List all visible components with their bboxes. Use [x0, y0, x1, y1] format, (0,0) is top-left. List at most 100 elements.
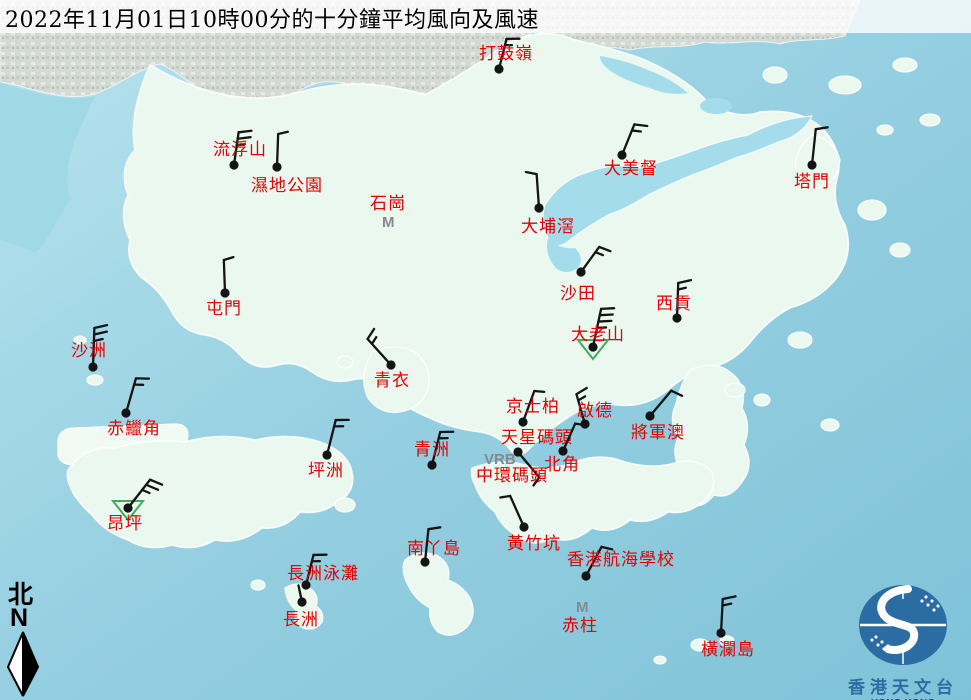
station-label[interactable]: 昂坪 [107, 514, 143, 534]
north-compass: 北 N [4, 582, 44, 700]
station-lamma-island[interactable]: 南丫島 [407, 527, 461, 566]
station-tsing-yi[interactable]: 青衣 [368, 329, 410, 391]
station-label[interactable]: 坪洲 [308, 461, 344, 481]
wind-barb-staff [812, 129, 816, 165]
stations-layer: 打鼓嶺流浮山濕地公園M石崗大美督塔門大埔滘沙田西貢屯門沙洲大老山青衣赤鱲角京士柏… [0, 0, 971, 700]
station-label[interactable]: 橫瀾島 [701, 640, 755, 660]
title-bar: 2022年11月01日10時00分的十分鐘平均風向及風速 [0, 0, 971, 33]
station-label[interactable]: 沙洲 [71, 341, 107, 361]
station-dot [386, 360, 395, 369]
wind-barb-feather [238, 137, 251, 139]
station-label[interactable]: 青洲 [414, 440, 450, 460]
station-kings-park[interactable]: 京士柏 [506, 391, 560, 427]
station-kai-tak[interactable]: 啟德 [576, 388, 613, 429]
station-stanley[interactable]: M赤柱 [562, 599, 598, 636]
wind-barb-feather [671, 391, 682, 396]
station-label[interactable]: 屯門 [206, 299, 242, 319]
wind-barb-feather [634, 124, 647, 126]
station-tai-mei-tuk[interactable]: 大美督 [604, 124, 658, 179]
wind-barb-feather [595, 252, 602, 255]
station-label[interactable]: 青衣 [374, 371, 410, 391]
wind-barb-feather [526, 172, 537, 174]
map-title: 2022年11月01日10時00分的十分鐘平均風向及風速 [5, 2, 539, 34]
station-label[interactable]: 黃竹坑 [507, 534, 561, 554]
station-tap-mun[interactable]: 塔門 [794, 127, 830, 192]
station-tseung-kwan-o[interactable]: 將軍澳 [631, 391, 685, 443]
wind-barb-staff [537, 174, 539, 208]
station-peng-chau[interactable]: 坪洲 [308, 420, 349, 481]
station-sha-tin[interactable]: 沙田 [560, 247, 610, 304]
station-dot [220, 288, 229, 297]
station-hk-sea-school[interactable]: 香港航海學校 [567, 547, 675, 581]
station-label[interactable]: 塔門 [794, 172, 830, 192]
station-green-island[interactable]: 青洲 [414, 432, 453, 470]
station-label[interactable]: 長洲 [283, 610, 319, 630]
station-dot [297, 597, 306, 606]
station-dot [272, 162, 281, 171]
compass-north-en: N [10, 607, 44, 630]
station-label[interactable]: 打鼓嶺 [479, 44, 533, 64]
station-label[interactable]: 香港航海學校 [567, 550, 675, 570]
station-dot [807, 160, 816, 169]
wind-barb-feather [372, 337, 376, 344]
wind-barb-feather [368, 329, 375, 339]
wind-barb-feather [150, 480, 162, 485]
station-ngong-ping[interactable]: 昂坪 [107, 480, 162, 534]
station-dot [88, 362, 97, 371]
hko-logo-icon [838, 583, 968, 667]
station-cheung-chau[interactable]: 長洲 [283, 585, 319, 630]
station-tates-cairn[interactable]: 大老山 [571, 308, 625, 359]
station-dot [427, 460, 436, 469]
station-label[interactable]: 流浮山 [213, 140, 267, 160]
wind-barb-staff [277, 134, 278, 167]
station-waglan-island[interactable]: 橫瀾島 [701, 596, 755, 660]
wind-barb-feather [816, 127, 828, 129]
wind-barb-feather [576, 388, 586, 394]
station-shek-kong[interactable]: M石崗 [370, 194, 406, 231]
wind-barb-feather [94, 332, 107, 335]
station-label[interactable]: 赤鱲角 [107, 419, 161, 439]
wind-barb-staff [581, 247, 599, 272]
station-marker-m: M [576, 599, 589, 616]
station-dot [518, 417, 527, 426]
station-dot [123, 503, 132, 512]
station-label[interactable]: 大美督 [604, 159, 658, 179]
station-label[interactable]: 中環碼頭 [476, 466, 548, 486]
station-label[interactable]: 北角 [544, 455, 580, 475]
station-dot [229, 160, 238, 169]
station-sha-chau[interactable]: 沙洲 [71, 325, 107, 372]
station-label[interactable]: 石崗 [370, 194, 406, 214]
station-label[interactable]: 濕地公園 [251, 176, 323, 196]
wind-barb-feather [600, 315, 613, 316]
wind-barb-staff [224, 260, 225, 293]
station-chek-lap-kok[interactable]: 赤鱲角 [107, 378, 161, 439]
wind-barb-feather [278, 132, 288, 134]
station-label[interactable]: 大老山 [571, 325, 625, 345]
station-tai-po-kau[interactable]: 大埔滘 [521, 172, 575, 237]
station-label[interactable]: 天星碼頭 [501, 428, 573, 448]
wind-barb-feather [239, 131, 252, 133]
station-label[interactable]: 南丫島 [407, 539, 461, 559]
station-label[interactable]: 大埔滘 [521, 217, 575, 237]
station-cheung-chau-beach[interactable]: 長洲泳灘 [287, 555, 359, 590]
wind-barb-feather [142, 490, 149, 493]
hko-name-zh: 香港天文台 [838, 673, 968, 698]
station-lau-fau-shan[interactable]: 流浮山 [213, 131, 267, 170]
station-label[interactable]: 西貢 [656, 294, 692, 314]
station-dot [672, 313, 681, 322]
wind-barb-feather [146, 485, 158, 490]
station-dot [576, 267, 585, 276]
station-tuen-mun[interactable]: 屯門 [206, 257, 242, 319]
station-label[interactable]: 長洲泳灘 [287, 564, 359, 584]
station-label[interactable]: 京士柏 [506, 397, 560, 417]
wind-barb-feather [599, 247, 610, 251]
station-wong-chuk-hang[interactable]: 黃竹坑 [500, 496, 561, 554]
wind-barb-feather [601, 547, 612, 549]
station-label[interactable]: 赤柱 [562, 616, 598, 636]
station-label[interactable]: 啟德 [577, 401, 613, 421]
station-ta-kwu-ling[interactable]: 打鼓嶺 [479, 39, 533, 74]
station-sai-kung[interactable]: 西貢 [656, 280, 692, 323]
station-central-pier[interactable]: VRB中環碼頭 [476, 451, 548, 486]
station-label[interactable]: 沙田 [560, 284, 596, 304]
station-label[interactable]: 將軍澳 [631, 423, 685, 443]
